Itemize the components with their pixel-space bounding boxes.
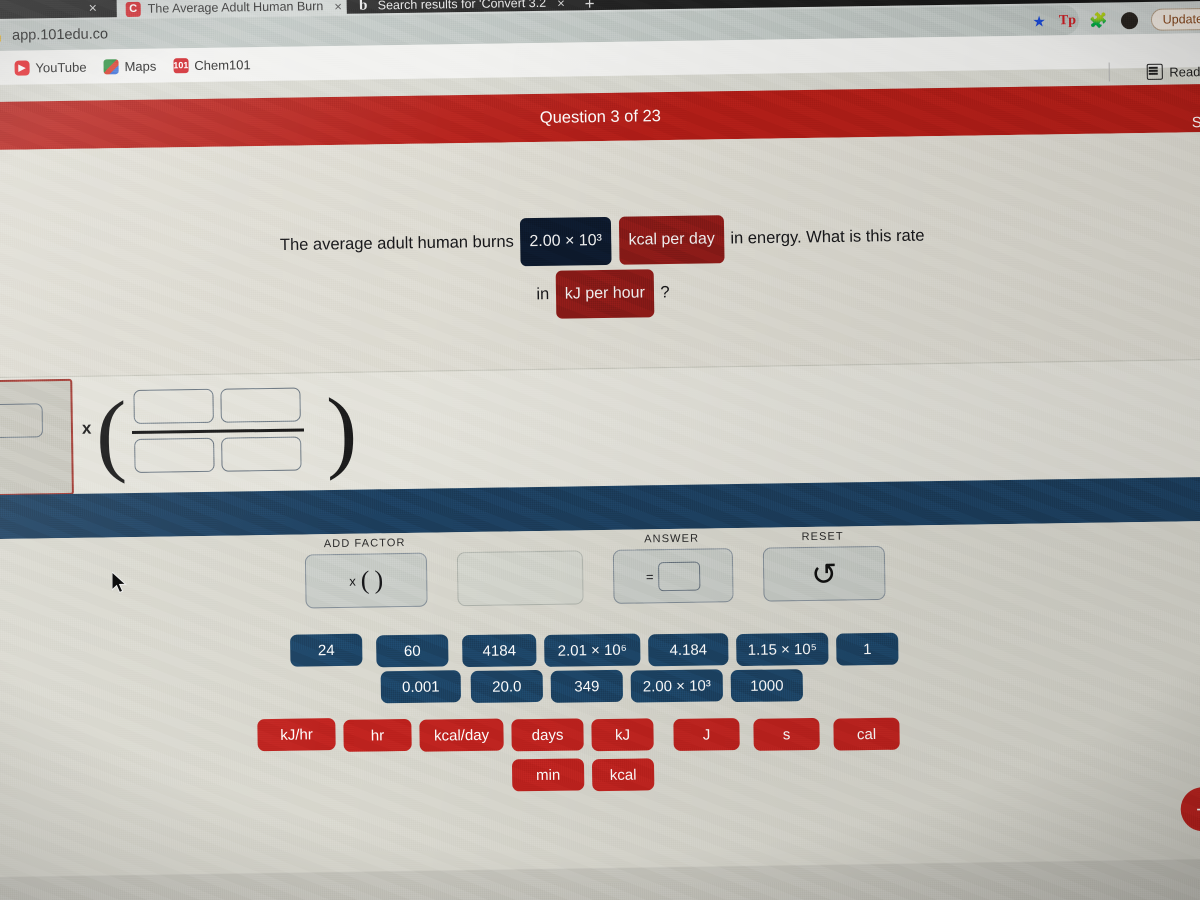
number-tile[interactable]: 20.0 bbox=[470, 669, 544, 704]
unit-tile[interactable]: kcal/day bbox=[419, 718, 504, 752]
bookmark-youtube[interactable]: ▶ YouTube bbox=[14, 59, 87, 76]
bookmark-chem101-label: Chem101 bbox=[194, 56, 251, 73]
close-icon[interactable]: × bbox=[557, 0, 565, 10]
blank-panel[interactable] bbox=[456, 550, 584, 607]
question-target-unit-pill: kJ per hour bbox=[555, 269, 655, 319]
answer-input[interactable] bbox=[658, 561, 701, 591]
monitor-photo: × C The Average Adult Human Burn × b Sea… bbox=[0, 0, 1200, 900]
lock-icon: 🔒 bbox=[0, 28, 5, 44]
amount-panel[interactable]: MOUNT bbox=[0, 378, 74, 498]
add-factor-label: ADD FACTOR bbox=[323, 536, 406, 551]
question-value-pill: 2.00 × 10³ bbox=[520, 216, 612, 267]
multiply-symbol: x bbox=[81, 418, 92, 438]
unit-tile[interactable]: cal bbox=[833, 717, 900, 751]
tp-extension-icon[interactable]: Tp bbox=[1059, 13, 1076, 28]
number-tile[interactable]: 2.00 × 10³ bbox=[630, 669, 724, 703]
unit-tile[interactable]: kcal bbox=[591, 758, 655, 792]
number-tile[interactable]: 4.184 bbox=[648, 633, 729, 667]
question-part-4: ? bbox=[660, 283, 670, 302]
number-tile[interactable]: 60 bbox=[376, 634, 449, 668]
numerator-unit-slot[interactable] bbox=[220, 387, 301, 423]
unit-tile[interactable]: hr bbox=[343, 718, 412, 752]
add-factor-group: ADD FACTOR x ( ) bbox=[304, 537, 428, 609]
work-area: MOUNT x ( ) bbox=[0, 358, 1200, 498]
answer-label: ANSWER bbox=[644, 532, 700, 546]
conversion-fraction: ( ) bbox=[95, 379, 357, 486]
update-button[interactable]: Update bbox=[1150, 7, 1200, 31]
chem101-icon: C bbox=[125, 1, 141, 17]
unit-tile[interactable]: J bbox=[673, 718, 740, 752]
question-part-1: The average adult human burns bbox=[279, 232, 514, 255]
numerator-value-slot[interactable] bbox=[133, 388, 214, 424]
bookmark-youtube-label: YouTube bbox=[35, 59, 87, 75]
paren-close-icon: ) bbox=[374, 565, 384, 595]
chem101-icon: 101 bbox=[173, 57, 189, 73]
url-text: app.101edu.co bbox=[11, 26, 109, 44]
number-tile[interactable]: 349 bbox=[550, 669, 624, 703]
unit-tile[interactable]: s bbox=[753, 717, 820, 751]
close-icon[interactable]: × bbox=[334, 0, 342, 13]
page-title: Question 3 of 23 bbox=[539, 106, 662, 127]
number-tile[interactable]: 1.15 × 10⁵ bbox=[736, 632, 829, 667]
question-part-2: in energy. What is this rate bbox=[730, 226, 925, 248]
number-tile[interactable]: 4184 bbox=[462, 634, 537, 668]
reset-label: RESET bbox=[801, 530, 844, 544]
bookmark-maps[interactable]: Maps bbox=[103, 58, 156, 74]
bookmark-chem101[interactable]: 101 Chem101 bbox=[173, 57, 251, 73]
add-fab-button[interactable]: + bbox=[1180, 786, 1200, 832]
star-icon[interactable]: ★ bbox=[1032, 13, 1046, 30]
answer-group: ANSWER = bbox=[612, 533, 734, 604]
question-unit-pill: kcal per day bbox=[619, 215, 725, 265]
reading-list-icon bbox=[1146, 63, 1163, 80]
reset-button[interactable]: ↺ bbox=[762, 545, 886, 602]
submit-button[interactable]: Sub bbox=[1192, 114, 1200, 131]
omnibox-actions: ★ Tp 🧩 Update bbox=[1032, 5, 1200, 36]
builder-panel: ADD FACTOR x ( ) ANSWER = RESET ↺ 24 60 … bbox=[0, 520, 1200, 900]
reset-group: RESET ↺ bbox=[762, 530, 886, 602]
puzzle-icon[interactable]: 🧩 bbox=[1089, 12, 1108, 29]
question-part-3: in bbox=[536, 285, 550, 304]
number-tile[interactable]: 24 bbox=[290, 633, 363, 667]
add-factor-x: x bbox=[349, 573, 356, 589]
number-tile[interactable]: 1 bbox=[836, 632, 899, 666]
unit-tile[interactable]: days bbox=[511, 718, 584, 752]
avatar[interactable] bbox=[1120, 11, 1138, 29]
question-stage: The average adult human burns 2.00 × 10³… bbox=[0, 131, 1200, 378]
undo-arrow-icon: ↺ bbox=[810, 556, 838, 592]
bing-icon: b bbox=[358, 0, 368, 14]
reading-list-button[interactable]: Reading bbox=[1146, 63, 1200, 80]
orphan-close-icon[interactable]: × bbox=[89, 0, 97, 16]
builder-tool-row: ADD FACTOR x ( ) ANSWER = RESET ↺ bbox=[0, 521, 1200, 634]
paren-open-icon: ( bbox=[360, 565, 370, 595]
equals-icon: = bbox=[645, 568, 654, 584]
question-text: The average adult human burns 2.00 × 10³… bbox=[0, 208, 1200, 327]
paren-open: ( bbox=[95, 382, 128, 485]
number-tile[interactable]: 1000 bbox=[730, 669, 804, 703]
answer-button[interactable]: = bbox=[612, 548, 734, 604]
amount-input[interactable] bbox=[0, 403, 44, 439]
paren-close: ) bbox=[325, 378, 358, 482]
number-tile[interactable]: 2.01 × 10⁶ bbox=[544, 633, 641, 667]
maps-icon bbox=[103, 58, 119, 74]
screen-content: × C The Average Adult Human Burn × b Sea… bbox=[0, 0, 1200, 900]
denominator-value-slot[interactable] bbox=[134, 437, 215, 473]
browser-tab-0-title: The Average Adult Human Burn bbox=[147, 0, 324, 16]
blank-panel-group bbox=[456, 550, 584, 607]
number-tile[interactable]: 0.001 bbox=[380, 670, 462, 704]
denominator-unit-slot[interactable] bbox=[221, 436, 302, 472]
reading-list-label: Reading bbox=[1169, 63, 1200, 80]
fraction-bar bbox=[131, 428, 305, 435]
unit-tile[interactable]: min bbox=[511, 758, 585, 792]
bookmark-maps-label: Maps bbox=[124, 58, 157, 74]
youtube-icon: ▶ bbox=[14, 59, 30, 76]
unit-tile[interactable]: kJ bbox=[591, 718, 654, 752]
unit-tile[interactable]: kJ/hr bbox=[257, 718, 336, 752]
add-factor-button[interactable]: x ( ) bbox=[304, 552, 428, 609]
